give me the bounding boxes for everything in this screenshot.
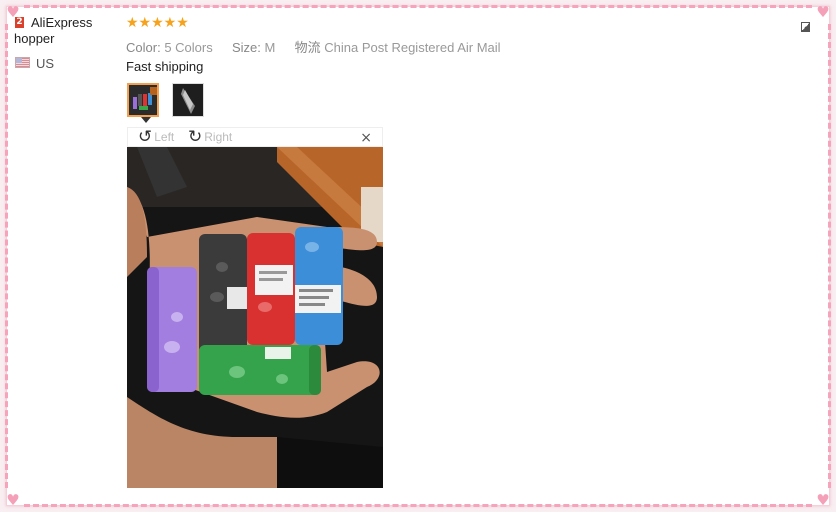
review-content: 2 AliExpress hopper US ★★★★★ Color: 5 Co…: [14, 10, 814, 494]
size-label: Size:: [231, 40, 261, 55]
image-viewer-toolbar: ↺ Left ↻ Right ×: [127, 127, 383, 147]
review-image-thumbnail[interactable]: [127, 83, 159, 117]
reviewer-country: US: [36, 56, 55, 71]
rotate-right-label: Right: [204, 130, 233, 144]
rotate-right-button[interactable]: ↻ Right: [188, 127, 233, 147]
color-label: Color:: [126, 40, 161, 55]
star-rating: ★★★★★: [126, 15, 189, 31]
color-value: 5 Colors: [164, 40, 213, 55]
review-image-thumbnail[interactable]: [172, 83, 204, 117]
selected-thumbnail-indicator: [141, 117, 151, 123]
review-photo[interactable]: [127, 147, 383, 488]
rotate-right-icon: ↻: [188, 127, 203, 147]
close-icon[interactable]: ×: [360, 130, 372, 146]
image-viewer: ↺ Left ↻ Right ×: [127, 127, 383, 488]
rotate-left-label: Left: [154, 130, 175, 144]
heart-icon: ♥: [816, 3, 830, 21]
heart-icon: ♥: [6, 491, 20, 509]
rotate-left-button[interactable]: ↺ Left: [138, 127, 175, 147]
size-value: M: [264, 40, 276, 55]
report-flag-icon[interactable]: [801, 22, 810, 32]
us-flag-icon: [15, 57, 30, 68]
review-text: Fast shipping: [126, 59, 204, 74]
frame-border-bottom: [24, 504, 812, 507]
shipping-label: 物流: [294, 40, 321, 55]
frame-border-right: [828, 24, 831, 488]
frame-border-top: [24, 5, 812, 8]
rotate-left-icon: ↺: [138, 127, 153, 147]
shipping-value: China Post Registered Air Mail: [324, 40, 501, 55]
reviewer-name: AliExpress hopper: [14, 15, 93, 46]
frame-border-left: [5, 24, 8, 488]
order-attributes: Color: 5 Colors Size: M 物流 China Post Re…: [126, 37, 501, 56]
heart-icon: ♥: [816, 491, 830, 509]
